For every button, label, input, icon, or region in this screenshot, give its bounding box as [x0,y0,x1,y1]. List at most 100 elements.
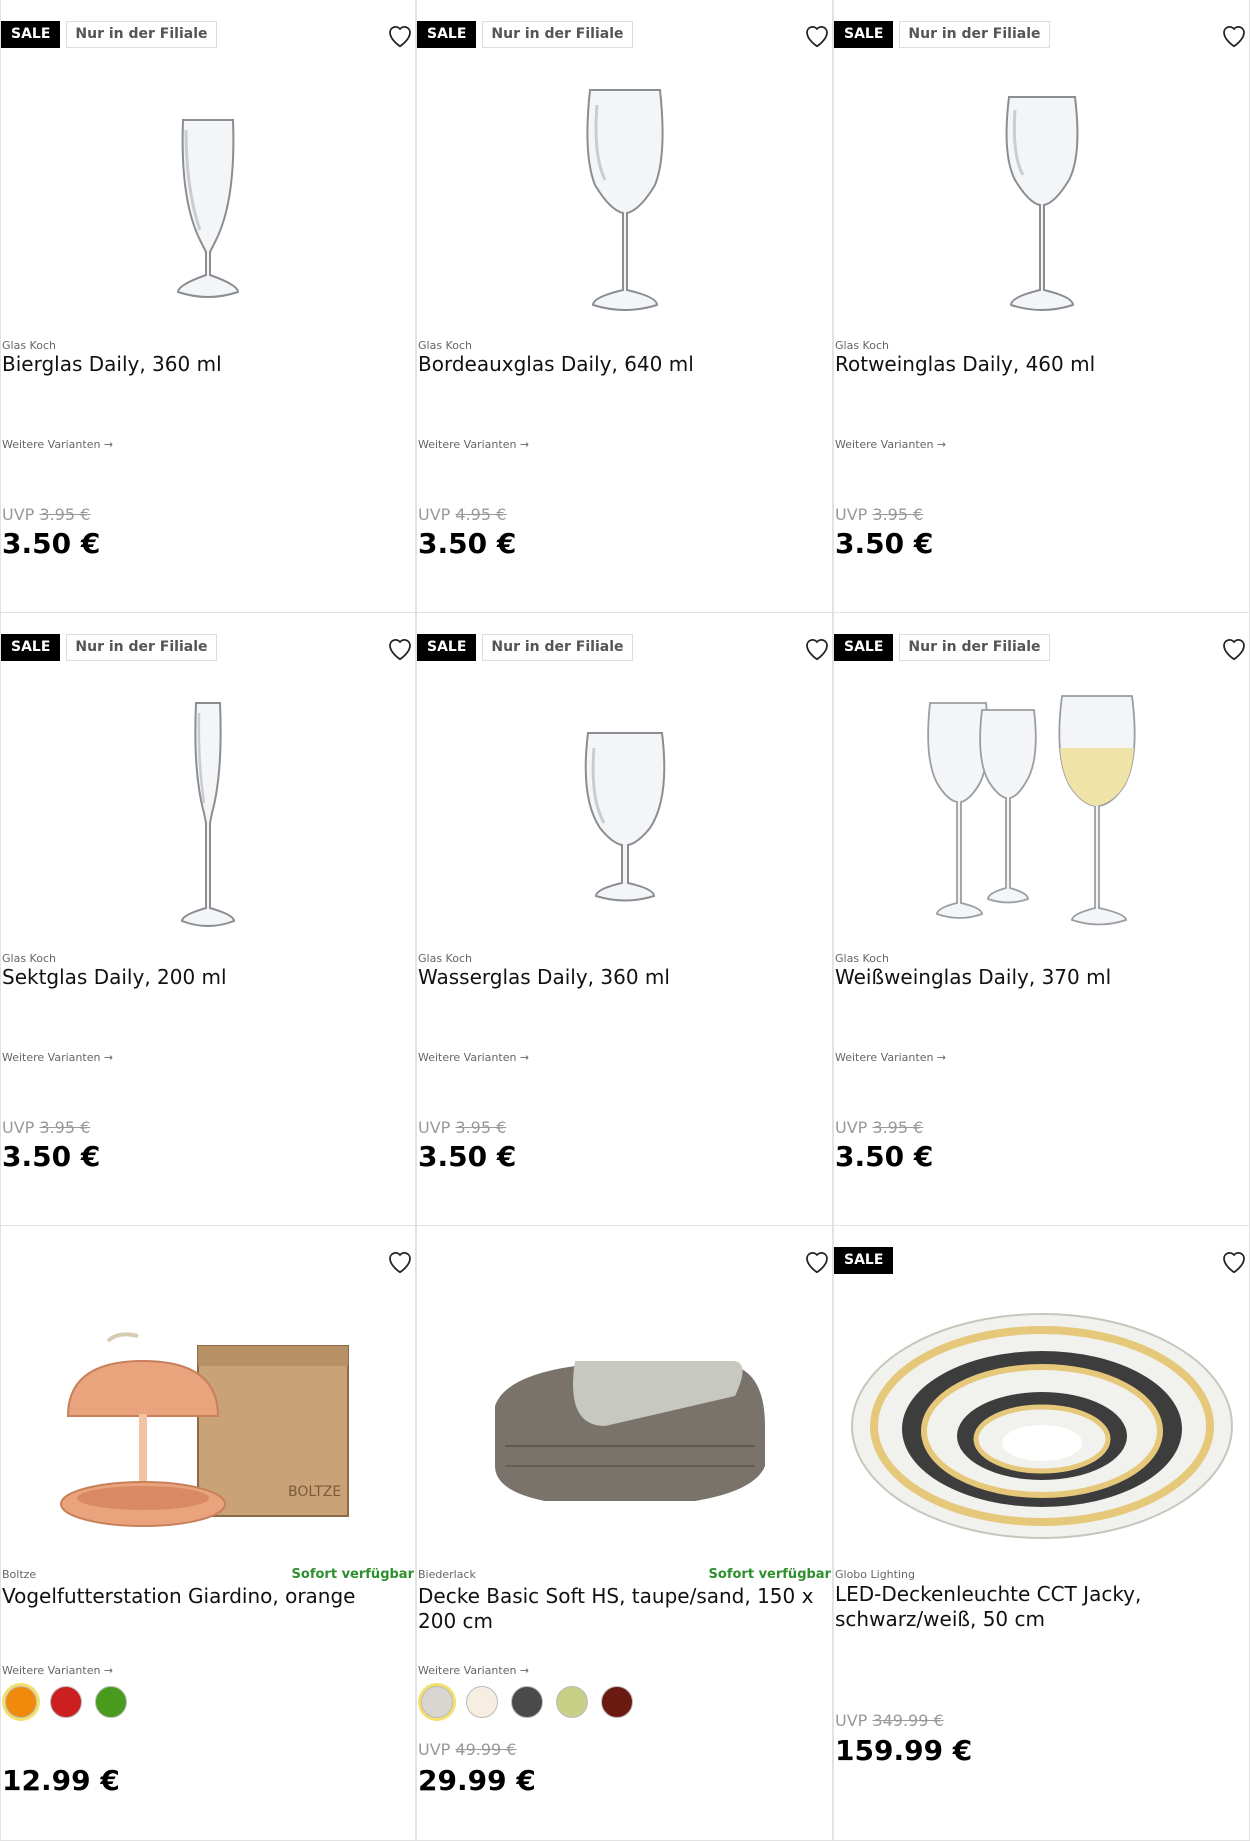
brand: Glas Koch [2,951,56,965]
product-card[interactable]: SALE Nur in der Filiale Glas Koch Weißwe… [833,613,1250,1226]
store-only-badge: Nur in der Filiale [66,634,217,661]
water-glass-icon [584,732,665,902]
store-only-badge: Nur in der Filiale [482,21,633,48]
color-swatch-light-grey[interactable] [421,1686,453,1718]
color-swatch-orange[interactable] [5,1686,37,1718]
heart-icon[interactable] [1219,1246,1249,1276]
sale-badge: SALE [834,21,894,48]
brand-row: Glas Koch [835,338,1248,352]
product-card[interactable]: Biederlack Sofort verfügbar Decke Basic … [416,1226,833,1841]
sale-badge: SALE [417,634,477,661]
blanket-icon [494,1361,765,1501]
brand: Boltze [2,1567,37,1581]
product-image[interactable] [417,683,832,943]
price: 12.99 € [2,1764,120,1797]
brand: Glas Koch [835,338,889,352]
badges: SALE Nur in der Filiale [417,634,633,661]
heart-icon[interactable] [385,20,415,50]
price: 29.99 € [418,1764,536,1797]
brand: Glas Koch [418,338,472,352]
badges: SALE Nur in der Filiale [834,634,1050,661]
color-swatch-lime[interactable] [556,1686,588,1718]
color-swatch-dark-grey[interactable] [511,1686,543,1718]
product-title[interactable]: Vogelfutterstation Giardino, orange [2,1584,405,1609]
product-card[interactable]: SALE Globo Lighting LED-Deckenleuchte CC… [833,1226,1250,1841]
heart-icon[interactable] [385,1246,415,1276]
product-image[interactable] [1,70,415,330]
uvp-price: UVP 3.95 € [418,1118,507,1137]
badges: SALE Nur in der Filiale [1,634,217,661]
uvp-price: UVP 3.95 € [2,1118,91,1137]
product-image[interactable] [834,70,1249,330]
more-variants-link[interactable]: Weitere Varianten → [418,438,529,451]
product-title[interactable]: Bierglas Daily, 360 ml [2,352,405,377]
white-wine-glasses-icon [926,695,1136,926]
sale-badge: SALE [834,1247,894,1274]
heart-icon[interactable] [385,633,415,663]
brand: Globo Lighting [835,1567,915,1581]
uvp-price: UVP 3.95 € [835,1118,924,1137]
brand: Glas Koch [2,338,56,352]
product-image[interactable] [834,683,1249,943]
more-variants-link[interactable]: Weitere Varianten → [835,1051,946,1064]
product-card[interactable]: SALE Nur in der Filiale Glas Koch Rotwei… [833,0,1250,613]
store-only-badge: Nur in der Filiale [899,21,1050,48]
heart-icon[interactable] [802,1246,832,1276]
bordeaux-glass-icon [585,89,664,311]
uvp-price: UVP 49.99 € [418,1740,517,1759]
color-swatch-maroon[interactable] [601,1686,633,1718]
brand-row: Globo Lighting [835,1567,1248,1581]
product-card[interactable]: SALE Nur in der Filiale Glas Koch Bordea… [416,0,833,613]
color-swatch-cream[interactable] [466,1686,498,1718]
sale-badge: SALE [1,21,61,48]
price: 3.50 € [2,1140,101,1173]
brand: Glas Koch [418,951,472,965]
product-title[interactable]: Rotweinglas Daily, 460 ml [835,352,1239,377]
more-variants-link[interactable]: Weitere Varianten → [2,1664,113,1677]
brand-row: Biederlack Sofort verfügbar [418,1566,831,1582]
badges: SALE Nur in der Filiale [1,21,217,48]
beer-glass-icon [176,119,240,298]
store-only-badge: Nur in der Filiale [66,21,217,48]
price: 3.50 € [418,1140,517,1173]
uvp-price: UVP 3.95 € [835,505,924,524]
brand-row: Glas Koch [2,338,414,352]
product-card[interactable]: BOLTZE Boltze Sofort verfügbar Vogelfutt… [0,1226,416,1841]
product-card[interactable]: SALE Nur in der Filiale Glas Koch Biergl… [0,0,416,613]
color-swatch-red[interactable] [50,1686,82,1718]
product-image[interactable] [1,683,415,943]
price: 3.50 € [835,1140,934,1173]
price: 3.50 € [418,527,517,560]
heart-icon[interactable] [802,633,832,663]
more-variants-link[interactable]: Weitere Varianten → [2,438,113,451]
more-variants-link[interactable]: Weitere Varianten → [2,1051,113,1064]
heart-icon[interactable] [1219,633,1249,663]
product-title[interactable]: Bordeauxglas Daily, 640 ml [418,352,822,377]
badges: SALE Nur in der Filiale [834,21,1050,48]
product-card[interactable]: SALE Nur in der Filiale Glas Koch Wasser… [416,613,833,1226]
product-title[interactable]: Sektglas Daily, 200 ml [2,965,405,990]
heart-icon[interactable] [1219,20,1249,50]
store-only-badge: Nur in der Filiale [482,634,633,661]
brand-row: Boltze Sofort verfügbar [2,1566,414,1582]
more-variants-link[interactable]: Weitere Varianten → [418,1664,529,1677]
heart-icon[interactable] [802,20,832,50]
product-title[interactable]: Weißweinglas Daily, 370 ml [835,965,1239,990]
product-title[interactable]: Wasserglas Daily, 360 ml [418,965,822,990]
product-title[interactable]: LED-Deckenleuchte CCT Jacky, schwarz/wei… [835,1582,1239,1632]
product-image[interactable] [834,1296,1249,1556]
product-title[interactable]: Decke Basic Soft HS, taupe/sand, 150 x 2… [418,1584,822,1634]
brand: Biederlack [418,1567,476,1581]
product-image[interactable] [417,1296,832,1556]
more-variants-link[interactable]: Weitere Varianten → [418,1051,529,1064]
more-variants-link[interactable]: Weitere Varianten → [835,438,946,451]
product-grid: SALE Nur in der Filiale Glas Koch Biergl… [0,0,1250,1841]
color-swatch-green[interactable] [95,1686,127,1718]
product-card[interactable]: SALE Nur in der Filiale Glas Koch Sektgl… [0,613,416,1226]
availability: Sofort verfügbar [708,1566,831,1582]
product-image[interactable]: BOLTZE [1,1296,415,1556]
availability: Sofort verfügbar [291,1566,414,1582]
badges: SALE Nur in der Filiale [417,21,633,48]
product-image[interactable] [417,70,832,330]
champagne-flute-icon [180,702,236,927]
